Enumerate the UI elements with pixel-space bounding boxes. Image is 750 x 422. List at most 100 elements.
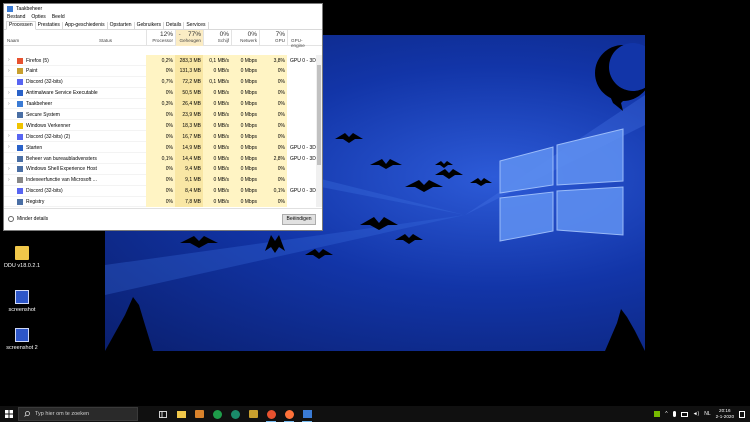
column-cpu[interactable]: 12% Processor xyxy=(146,30,175,46)
shield-icon xyxy=(17,90,23,97)
column-disk[interactable]: 0% Schijf xyxy=(203,30,231,46)
cell-gpu-engine xyxy=(287,109,318,121)
cell-cpu: 0,2% xyxy=(146,55,175,66)
title-bar[interactable]: Taakbeheer xyxy=(4,4,322,13)
tab-prestaties[interactable]: Prestaties xyxy=(36,22,63,29)
process-row[interactable]: › Paint 0% 131,3 MB 0 MB/s 0 Mbps 0% xyxy=(4,65,318,77)
cell-network: 0 Mbps xyxy=(231,163,259,175)
cell-gpu-engine: GPU 0 - 3D xyxy=(287,153,318,164)
column-gpu-engine[interactable]: GPU-engine xyxy=(287,30,318,48)
less-details-button[interactable]: Minder details xyxy=(8,216,48,222)
cell-gpu: 2,8% xyxy=(259,153,287,164)
chevron-up-icon[interactable]: ^ xyxy=(665,411,667,417)
tab-details[interactable]: Details xyxy=(164,22,185,29)
taskbar-app-firefox-2[interactable] xyxy=(280,406,298,422)
language-indicator[interactable]: NL xyxy=(704,411,710,417)
nvidia-icon[interactable] xyxy=(654,411,661,417)
process-row[interactable]: › Taakbeheer 0,3% 26,4 MB 0 MB/s 0 Mbps 0% xyxy=(4,98,318,110)
process-row[interactable]: › Starten 0% 14,9 MB 0 MB/s 0 Mbps 0% GPU 0 - 3… xyxy=(4,142,318,154)
disk-total: 0% xyxy=(219,31,229,38)
column-name[interactable]: Naam xyxy=(7,38,19,43)
chevron-right-icon[interactable]: › xyxy=(8,68,10,74)
process-row[interactable]: › Firefox (5) 0,2% 283,3 MB 0,1 MB/s 0 Mbps 3,… xyxy=(4,55,318,66)
cell-disk: 0 MB/s xyxy=(203,109,231,121)
taskbar-app-taskmanager[interactable] xyxy=(298,406,316,422)
volume-icon[interactable]: ◄) xyxy=(693,411,700,417)
search-box[interactable]: Typ hier om te zoeken xyxy=(18,407,138,421)
gpu-engine-label: GPU-engine xyxy=(291,38,305,48)
menu-item-opties[interactable]: Opties xyxy=(31,14,45,20)
clock[interactable]: 20:16 2-1-2020 xyxy=(716,408,734,420)
process-row[interactable]: › Discord (32-bits) (2) 0% 16,7 MB 0 MB/s 0 M… xyxy=(4,131,318,143)
menu-item-beeld[interactable]: Beeld xyxy=(52,14,65,20)
cell-gpu-engine: GPU 0 - 3D xyxy=(287,55,318,66)
taskbar-app-explorer[interactable] xyxy=(172,406,190,422)
start-icon xyxy=(17,144,23,151)
chevron-right-icon[interactable]: › xyxy=(8,57,10,63)
tab-services[interactable]: Services xyxy=(184,22,209,29)
cell-cpu: 0% xyxy=(146,87,175,99)
cell-cpu: 0% xyxy=(146,120,175,132)
cell-disk: 0 MB/s xyxy=(203,142,231,154)
cell-memory: 9,4 MB xyxy=(175,163,203,175)
tab-gebruikers[interactable]: Gebruikers xyxy=(135,22,165,29)
chevron-right-icon[interactable]: › xyxy=(8,166,10,172)
cell-network: 0 Mbps xyxy=(231,87,259,99)
microphone-icon[interactable] xyxy=(672,411,676,417)
process-row[interactable]: Discord (32-bits) 0% 8,4 MB 0 MB/s 0 Mbps 0,1… xyxy=(4,185,318,197)
process-row[interactable]: › Indexeerfunctie van Microsoft ... 0% 9,1 … xyxy=(4,174,318,186)
search-index-icon xyxy=(17,177,23,184)
scrollbar[interactable] xyxy=(316,55,322,207)
process-row[interactable]: Beheer van bureaubladvensters 0,1% 14,4 MB… xyxy=(4,153,318,164)
task-view-icon xyxy=(159,410,167,418)
desktop-icon-screenshot-2[interactable]: screenshot 2 xyxy=(2,328,42,351)
cell-memory: 131,3 MB xyxy=(175,65,203,77)
desktop-icon-ddu[interactable]: DDU v18.0.2.1 xyxy=(2,246,42,269)
column-network[interactable]: 0% Netwerk xyxy=(231,30,259,46)
chevron-right-icon[interactable]: › xyxy=(8,177,10,183)
menu-item-bestand[interactable]: Bestand xyxy=(7,14,25,20)
firefox-icon xyxy=(17,57,23,64)
start-button[interactable] xyxy=(0,406,18,422)
notifications-icon[interactable] xyxy=(739,410,745,418)
network-icon[interactable] xyxy=(680,411,688,417)
chevron-right-icon[interactable]: › xyxy=(8,90,10,96)
tab-processen[interactable]: Processen xyxy=(6,21,36,30)
taskbar-app-upwork[interactable] xyxy=(226,406,244,422)
cell-memory: 50,5 MB xyxy=(175,87,203,99)
column-memory[interactable]: ⌄ 77% Geheugen xyxy=(175,30,203,46)
process-row[interactable]: Discord (32-bits) 0,7% 72,2 MB 0,1 MB/s 0 Mb… xyxy=(4,76,318,88)
cell-network: 0 Mbps xyxy=(231,76,259,88)
taskbar-app-firefox[interactable] xyxy=(262,406,280,422)
task-view-button[interactable] xyxy=(154,406,172,422)
process-row[interactable]: Secure System 0% 23,9 MB 0 MB/s 0 Mbps 0% xyxy=(4,109,318,121)
folder-icon xyxy=(15,246,29,260)
less-details-label: Minder details xyxy=(17,216,49,222)
taskbar-app-photos[interactable] xyxy=(190,406,208,422)
chevron-right-icon[interactable]: › xyxy=(8,101,10,107)
cell-gpu-engine xyxy=(287,163,318,175)
scrollbar-thumb[interactable] xyxy=(317,65,321,165)
cell-gpu: 0% xyxy=(259,109,287,121)
end-task-button[interactable]: Beëindigen xyxy=(282,214,316,225)
search-placeholder: Typ hier om te zoeken xyxy=(35,411,90,417)
column-gpu[interactable]: 7% GPU xyxy=(259,30,287,46)
taskbar-app-paint[interactable] xyxy=(244,406,262,422)
process-row[interactable]: Windows Verkenner 0% 18,3 MB 0 MB/s 0 Mbps 0% xyxy=(4,120,318,132)
process-row[interactable]: › Antimalware Service Executable 0% 50,5 MB… xyxy=(4,87,318,99)
cell-disk: 0 MB/s xyxy=(203,174,231,186)
desktop-icon-screenshot[interactable]: screenshot xyxy=(2,290,42,313)
column-status[interactable]: Status xyxy=(99,38,112,43)
process-row[interactable]: Registry 0% 7,8 MB 0 MB/s 0 Mbps 0% xyxy=(4,196,318,207)
process-name: Discord (32-bits) xyxy=(26,188,63,195)
chevron-right-icon[interactable]: › xyxy=(8,144,10,150)
chevron-right-icon[interactable]: › xyxy=(8,133,10,139)
tab-opstarten[interactable]: Opstarten xyxy=(108,22,135,29)
cell-cpu: 0% xyxy=(146,163,175,175)
taskbar-app-utorrent[interactable] xyxy=(208,406,226,422)
task-manager-window[interactable]: Taakbeheer Bestand Opties Beeld Processe… xyxy=(3,3,323,231)
tab-app-geschiedenis[interactable]: App-geschiedenis xyxy=(63,22,108,29)
process-name: Windows Shell Experience Host xyxy=(26,166,97,173)
process-row[interactable]: › Windows Shell Experience Host 0% 9,4 MB 0 … xyxy=(4,163,318,175)
process-name: Starten xyxy=(26,144,43,151)
